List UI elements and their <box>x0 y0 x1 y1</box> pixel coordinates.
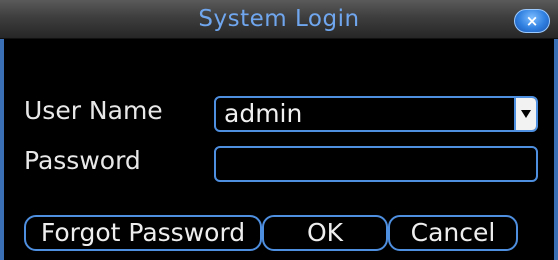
chevron-down-icon[interactable] <box>514 98 536 130</box>
ok-button[interactable]: OK <box>262 215 388 251</box>
password-label: Password <box>24 146 141 175</box>
username-label: User Name <box>24 96 163 125</box>
username-select[interactable]: admin <box>214 96 538 132</box>
close-button[interactable]: × <box>514 9 550 33</box>
system-login-dialog: System Login × User Name admin Password … <box>0 0 558 260</box>
username-value: admin <box>224 99 303 128</box>
close-icon: × <box>525 11 539 30</box>
dialog-title: System Login <box>198 6 360 32</box>
forgot-password-button[interactable]: Forgot Password <box>24 215 262 251</box>
cancel-button[interactable]: Cancel <box>388 215 518 251</box>
title-bar: System Login × <box>0 0 558 39</box>
password-field[interactable] <box>214 146 538 182</box>
